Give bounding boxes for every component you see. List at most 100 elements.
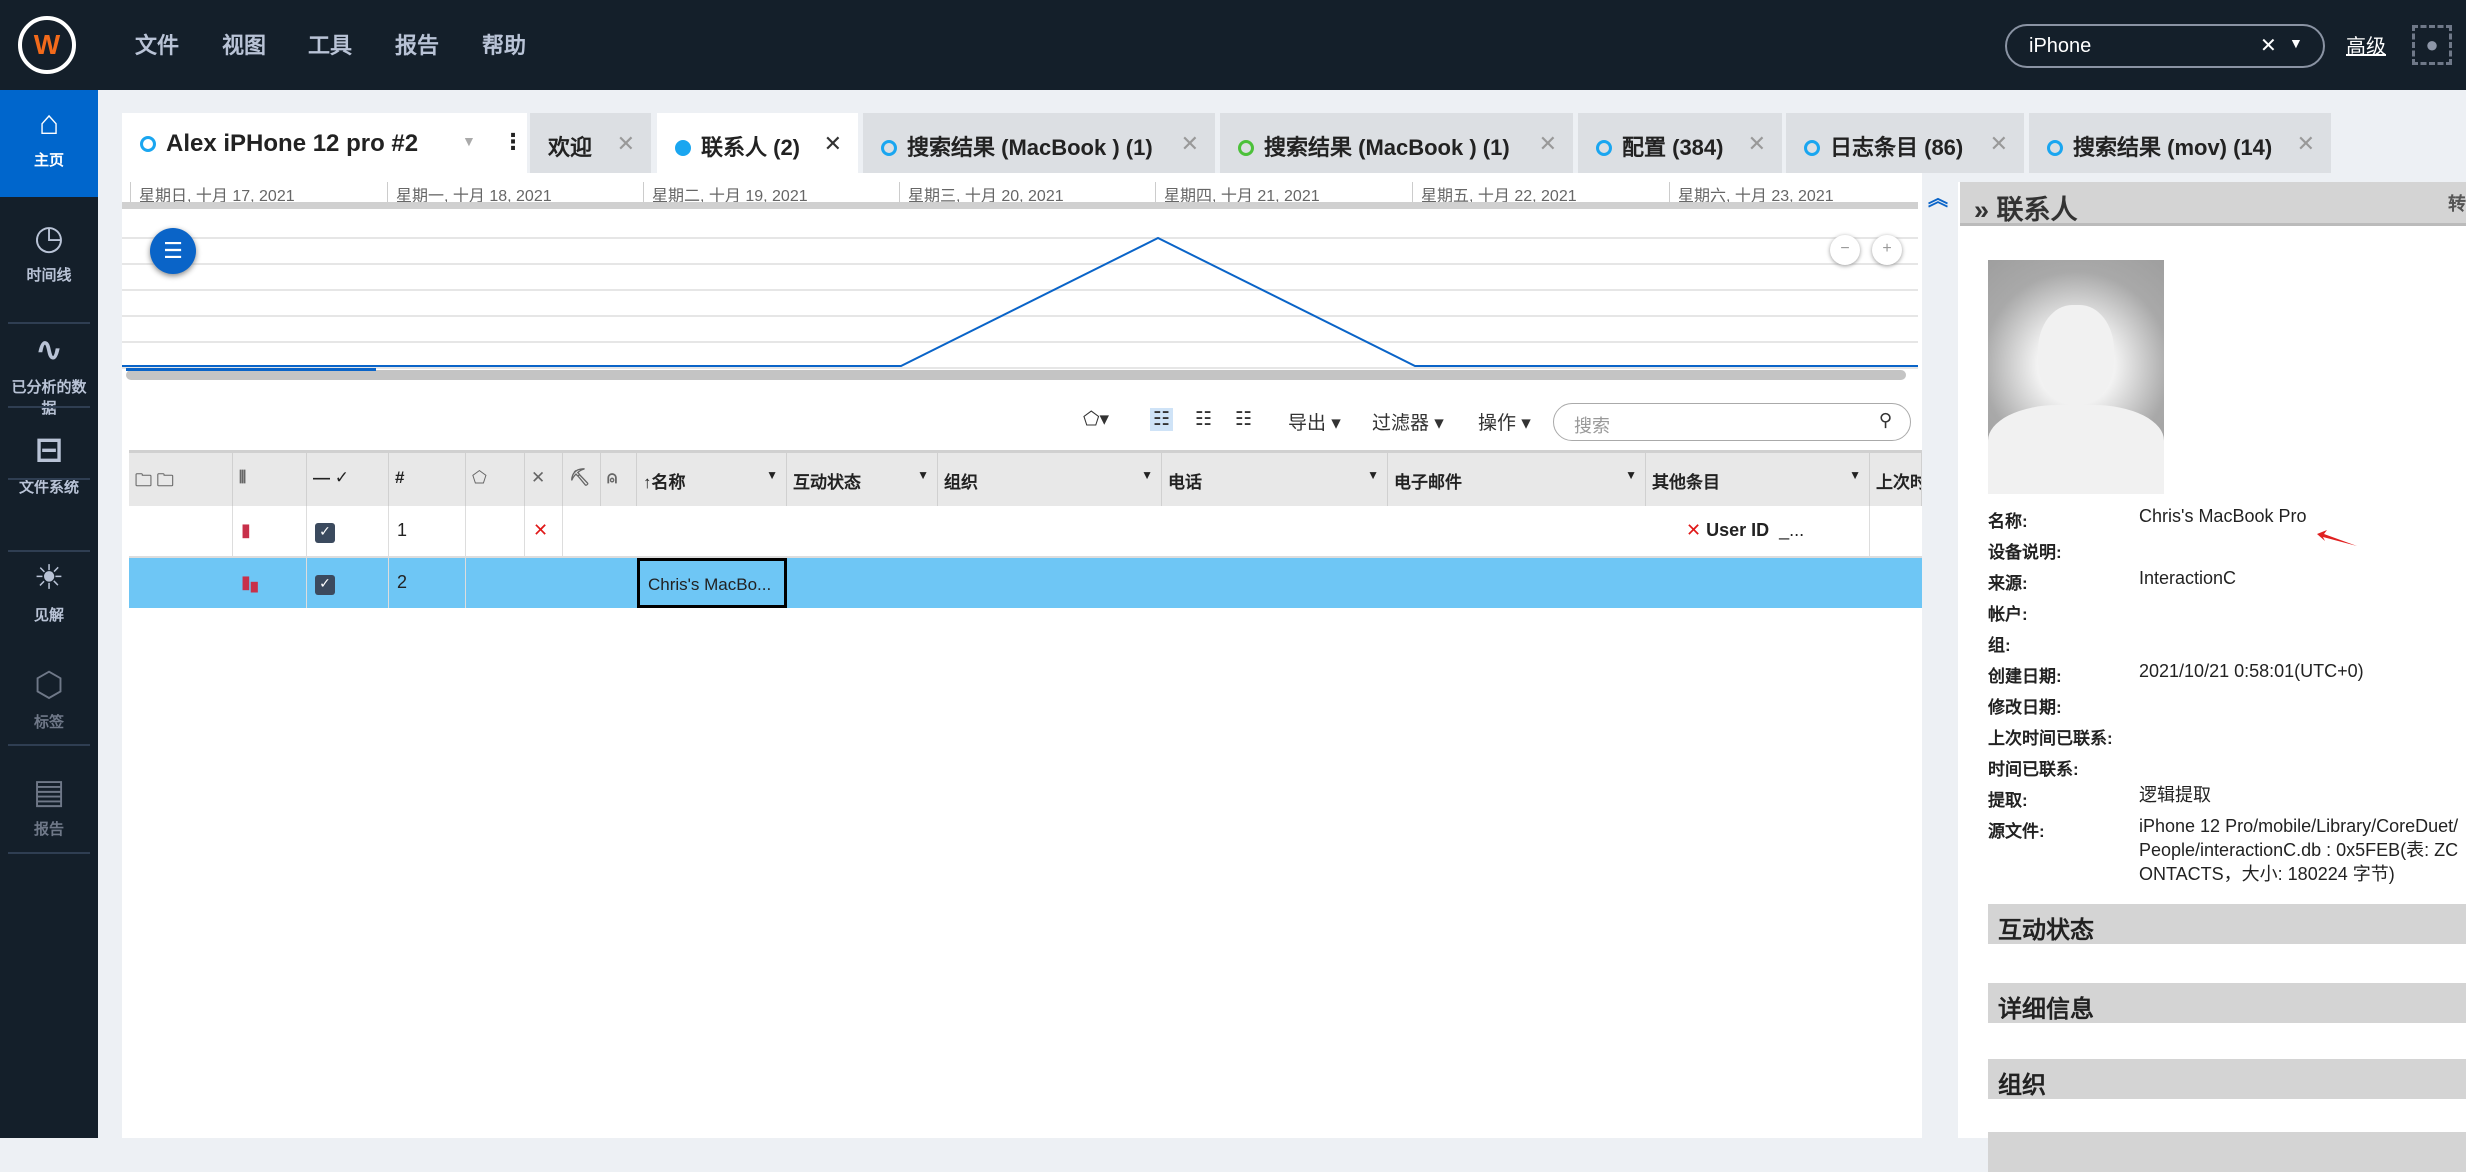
person-column-icon[interactable]: ⍝ bbox=[601, 452, 637, 506]
sidebar-item-insights[interactable]: ☀ 见解 bbox=[0, 558, 98, 625]
camera-icon[interactable]: ● bbox=[2412, 25, 2452, 65]
table-row[interactable]: ▮ ✓ 1 ✕ ✕ User ID _... bbox=[129, 506, 1922, 558]
section-details[interactable]: 详细信息 bbox=[1988, 983, 2466, 1023]
label: 其他条目 bbox=[1652, 473, 1720, 492]
filter-button[interactable]: 过滤器 ▾ bbox=[1372, 408, 1444, 435]
chevron-down-icon[interactable]: ▼ bbox=[766, 468, 778, 482]
list-check-icon[interactable]: ☷ bbox=[1195, 408, 1212, 431]
sidebar-item-timeline[interactable]: ◷ 时间线 bbox=[0, 218, 98, 285]
close-icon[interactable]: ✕ bbox=[1748, 131, 1766, 157]
global-search-input[interactable]: iPhone ✕ ▼ bbox=[2005, 24, 2325, 68]
section-organization[interactable]: 组织 bbox=[1988, 1059, 2466, 1099]
actions-button[interactable]: 操作 ▾ bbox=[1478, 408, 1531, 435]
cell bbox=[129, 506, 233, 556]
tab-contacts[interactable]: 联系人 (2) ✕ bbox=[657, 113, 858, 173]
tab-search-macbook-2[interactable]: 搜索结果 (MacBook ) (1) ✕ bbox=[1220, 113, 1573, 173]
chevron-down-icon[interactable]: ▼ bbox=[917, 468, 929, 482]
document-icon: ▤ bbox=[32, 773, 66, 811]
status-dot-icon bbox=[140, 136, 156, 152]
column-other-entries[interactable]: 其他条目 ▼ bbox=[1646, 452, 1870, 506]
close-icon[interactable]: ✕ bbox=[824, 131, 842, 157]
row-checkbox[interactable]: ✓ bbox=[307, 558, 389, 608]
name-cell[interactable]: Chris's MacBo... bbox=[637, 558, 787, 608]
column-organization[interactable]: 组织 ▼ bbox=[938, 452, 1162, 506]
timeline-chart[interactable] bbox=[122, 202, 1918, 392]
collapse-up-icon[interactable]: ︽ bbox=[1928, 182, 1948, 211]
more-icon[interactable]: ⋮ bbox=[502, 129, 524, 155]
lightbulb-icon: ☀ bbox=[33, 559, 65, 597]
close-icon[interactable]: ✕ bbox=[1539, 131, 1557, 157]
section-interaction-status[interactable]: 互动状态 bbox=[1988, 904, 2466, 944]
pickaxe-column-icon[interactable]: ⛏ bbox=[563, 452, 601, 506]
section-more[interactable] bbox=[1988, 1132, 2466, 1172]
home-icon: ⌂ bbox=[38, 104, 60, 142]
export-button[interactable]: 导出 ▾ bbox=[1288, 408, 1341, 435]
zoom-out-icon[interactable]: − bbox=[1830, 235, 1860, 265]
list-icon[interactable]: ☷ bbox=[1235, 408, 1252, 431]
close-icon[interactable]: ✕ bbox=[1990, 131, 2008, 157]
column-phone[interactable]: 电话 ▼ bbox=[1162, 452, 1388, 506]
sidebar-item-tags[interactable]: ⬡ 标签 bbox=[0, 665, 98, 732]
sidebar-item-reports[interactable]: ▤ 报告 bbox=[0, 772, 98, 839]
menu-tools[interactable]: 工具 bbox=[308, 28, 352, 60]
label: 过滤器 bbox=[1372, 413, 1430, 434]
column-email[interactable]: 电子邮件 ▼ bbox=[1388, 452, 1646, 506]
bar-indicator-icon: ▮ bbox=[233, 506, 307, 556]
list-checked-icon[interactable]: ☷ bbox=[1150, 408, 1174, 431]
sidebar-item-filesystem[interactable]: ⊟ 文件系统 bbox=[0, 430, 98, 497]
tab-welcome[interactable]: 欢迎 ✕ bbox=[530, 113, 651, 173]
folder-column-icon[interactable]: 🗀 🗀 bbox=[129, 452, 233, 506]
column-number[interactable]: # bbox=[389, 452, 466, 506]
column-interaction-status[interactable]: 互动状态 ▼ bbox=[787, 452, 938, 506]
tag-filter-icon[interactable]: ⬠▾ bbox=[1083, 408, 1109, 431]
sidebar-item-analyzed-data[interactable]: ∿ 已分析的数据 bbox=[0, 330, 98, 418]
divider bbox=[8, 406, 90, 408]
tag-column-icon[interactable]: ⬠ bbox=[466, 452, 525, 506]
panel-action[interactable]: 转 bbox=[2448, 190, 2466, 216]
tab-search-mov[interactable]: 搜索结果 (mov) (14) ✕ bbox=[2029, 113, 2331, 173]
chevron-down-icon[interactable]: ▼ bbox=[1141, 468, 1153, 482]
label: 操作 bbox=[1478, 413, 1517, 434]
tab-search-macbook-1[interactable]: 搜索结果 (MacBook ) (1) ✕ bbox=[863, 113, 1215, 173]
column-name[interactable]: ↑名称 ▼ bbox=[637, 452, 787, 506]
tab-label: 搜索结果 (MacBook ) (1) bbox=[1264, 135, 1510, 160]
chevron-down-icon[interactable]: ▼ bbox=[1849, 468, 1861, 482]
table-search-input[interactable]: 搜索 ⚲ bbox=[1553, 403, 1911, 441]
menu-view[interactable]: 视图 bbox=[222, 28, 266, 60]
sidebar-item-home[interactable]: ⌂ 主页 bbox=[0, 90, 98, 197]
column-last-contacted[interactable]: 上次时 bbox=[1870, 452, 1922, 506]
delete-column-icon[interactable]: ✕ bbox=[525, 452, 563, 506]
close-icon[interactable]: ✕ bbox=[1181, 131, 1199, 157]
menu-report[interactable]: 报告 bbox=[395, 28, 439, 60]
menu-file[interactable]: 文件 bbox=[135, 28, 179, 60]
tag-icon: ⬡ bbox=[34, 666, 64, 704]
chevron-down-icon[interactable]: ▼ bbox=[2289, 35, 2303, 51]
divider bbox=[8, 744, 90, 746]
detail-panel-header: » 联系人 转 bbox=[1960, 182, 2466, 226]
tab-config[interactable]: 配置 (384) ✕ bbox=[1578, 113, 1782, 173]
row-checkbox[interactable]: ✓ bbox=[307, 506, 389, 556]
close-icon[interactable]: ✕ bbox=[2297, 131, 2315, 157]
tab-log-entries[interactable]: 日志条目 (86) ✕ bbox=[1786, 113, 2024, 173]
tab-case[interactable]: Alex iPHone 12 pro #2 ▼ ⋮ bbox=[122, 113, 527, 173]
value: User ID bbox=[1706, 520, 1770, 540]
bars-column-icon[interactable]: ⫴ bbox=[233, 452, 307, 506]
sidebar: ⌂ 主页 ◷ 时间线 ∿ 已分析的数据 ⊟ 文件系统 ☀ 见解 ⬡ 标签 ▤ 报告 bbox=[0, 90, 98, 1138]
clear-icon[interactable]: ✕ bbox=[2260, 33, 2277, 58]
expand-icon[interactable]: » bbox=[1974, 195, 1989, 225]
chevron-down-icon[interactable]: ▼ bbox=[1367, 468, 1379, 482]
chevron-down-icon[interactable]: ▼ bbox=[1625, 468, 1637, 482]
menu-help[interactable]: 帮助 bbox=[482, 28, 526, 60]
tab-label: 日志条目 (86) bbox=[1830, 135, 1964, 160]
zoom-in-icon[interactable]: + bbox=[1872, 235, 1902, 265]
chevron-down-icon[interactable]: ▼ bbox=[462, 133, 476, 149]
close-icon[interactable]: ✕ bbox=[617, 131, 635, 157]
field-label: 创建日期: bbox=[1988, 667, 2062, 686]
list-view-icon[interactable]: ☰ bbox=[150, 228, 196, 274]
field-label: 名称: bbox=[1988, 512, 2028, 531]
advanced-search-link[interactable]: 高级 bbox=[2346, 30, 2386, 59]
tab-label: 搜索结果 (MacBook ) (1) bbox=[907, 135, 1153, 160]
table-row-selected[interactable]: ▮▖ ✓ 2 Chris's MacBo... bbox=[129, 558, 1922, 608]
check-column-icon[interactable]: — ✓ bbox=[307, 452, 389, 506]
clock-icon: ◷ bbox=[34, 219, 64, 257]
